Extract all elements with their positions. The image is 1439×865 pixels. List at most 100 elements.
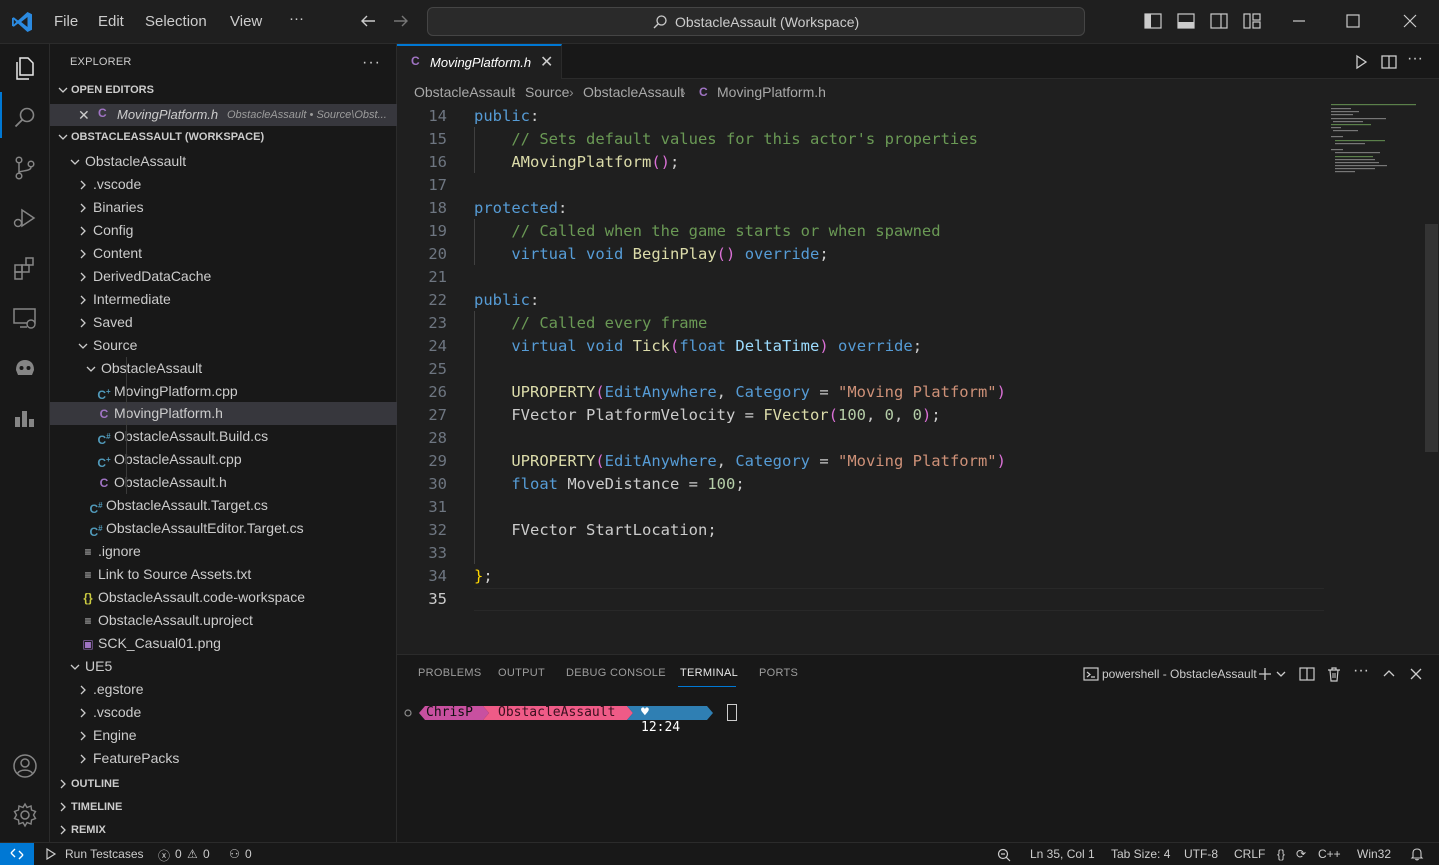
tree-item[interactable]: Intermediate <box>50 288 397 311</box>
remote-indicator[interactable] <box>0 843 34 865</box>
maximize-panel-icon[interactable] <box>1380 665 1398 683</box>
error-count[interactable]: 0 <box>175 847 182 861</box>
open-editor-item[interactable]: ✕ C MovingPlatform.h ObstacleAssault • S… <box>50 104 397 126</box>
tree-item[interactable]: C# ObstacleAssaultEditor.Target.cs <box>50 517 397 540</box>
arrow-right-icon[interactable] <box>390 10 412 32</box>
outline-header[interactable]: OUTLINE <box>50 773 397 795</box>
tree-item[interactable]: C MovingPlatform.h <box>50 402 397 426</box>
tree-item[interactable]: ≡ Link to Source Assets.txt <box>50 563 397 586</box>
tab-moving-platform-h[interactable]: C MovingPlatform.h ✕ <box>397 44 562 79</box>
notifications-bell-icon[interactable] <box>1410 847 1424 861</box>
settings-gear-icon[interactable] <box>11 801 39 829</box>
explorer-more-icon[interactable]: ··· <box>362 54 382 71</box>
tree-item[interactable]: ≡ .ignore <box>50 540 397 563</box>
trash-icon[interactable] <box>1325 665 1343 683</box>
code-editor[interactable]: 14 public: 15 // Sets default values for … <box>397 104 1439 654</box>
toggle-panel-icon[interactable] <box>1176 11 1196 31</box>
menu-selection[interactable]: Selection <box>145 13 207 30</box>
tree-item[interactable]: C ObstacleAssault.h <box>50 471 397 494</box>
tree-item[interactable]: C# ObstacleAssault.Build.cs <box>50 425 397 448</box>
tree-item[interactable]: ≡ ObstacleAssault.uproject <box>50 609 397 632</box>
close-tab-icon[interactable]: ✕ <box>540 52 553 72</box>
toggle-primary-sidebar-icon[interactable] <box>1143 11 1163 31</box>
tab-output[interactable]: OUTPUT <box>498 667 545 679</box>
minimize-icon[interactable] <box>1288 10 1310 32</box>
command-center-label: ObstacleAssault (Workspace) <box>675 14 860 30</box>
run-debug-icon[interactable] <box>11 204 39 232</box>
zoom-icon[interactable] <box>996 847 1012 863</box>
tree-item[interactable]: UE5 <box>50 655 397 678</box>
line-ending[interactable]: CRLF <box>1234 847 1265 861</box>
tab-problems[interactable]: PROBLEMS <box>418 667 482 679</box>
encoding[interactable]: UTF-8 <box>1184 847 1218 861</box>
remote-explorer-icon[interactable] <box>11 304 39 332</box>
tree-item[interactable]: Saved <box>50 311 397 334</box>
breadcrumb-item-root[interactable]: ObstacleAssault <box>414 84 515 100</box>
menu-edit[interactable]: Edit <box>98 13 124 30</box>
tree-item[interactable]: ObstacleAssault <box>50 150 397 173</box>
maximize-icon[interactable] <box>1342 10 1364 32</box>
tree-item[interactable]: Engine <box>50 724 397 747</box>
explorer-files-icon[interactable] <box>11 54 39 82</box>
panel-more-icon[interactable]: ··· <box>1353 662 1369 680</box>
breadcrumb-item-source[interactable]: Source <box>525 84 569 100</box>
editor-more-icon[interactable]: ··· <box>1407 50 1423 68</box>
breadcrumb-item-file[interactable]: MovingPlatform.h <box>717 84 826 100</box>
tab-terminal[interactable]: TERMINAL <box>680 667 738 679</box>
menu-file[interactable]: File <box>54 13 78 30</box>
extensions-icon[interactable] <box>11 254 39 282</box>
ports-count[interactable]: 0 <box>245 847 252 861</box>
toggle-secondary-sidebar-icon[interactable] <box>1209 11 1229 31</box>
tree-item[interactable]: C# ObstacleAssault.Target.cs <box>50 494 397 517</box>
search-icon[interactable] <box>11 104 39 132</box>
new-terminal-plus-icon[interactable] <box>1256 665 1274 683</box>
warning-count[interactable]: 0 <box>203 847 210 861</box>
open-editors-header[interactable]: OPEN EDITORS <box>50 79 397 101</box>
split-editor-icon[interactable] <box>1380 53 1398 71</box>
split-terminal-icon[interactable] <box>1298 665 1316 683</box>
tree-item[interactable]: Content <box>50 242 397 265</box>
tree-item[interactable]: Config <box>50 219 397 242</box>
tree-item[interactable]: ObstacleAssault <box>50 357 397 380</box>
close-editor-icon[interactable]: ✕ <box>78 107 90 124</box>
source-control-icon[interactable] <box>11 154 39 182</box>
account-icon[interactable] <box>11 752 39 780</box>
close-icon[interactable] <box>1399 10 1421 32</box>
menu-view[interactable]: View <box>230 13 262 30</box>
timeline-header[interactable]: TIMELINE <box>50 796 397 818</box>
tree-item[interactable]: C+ ObstacleAssault.cpp <box>50 448 397 471</box>
tree-item[interactable]: Source <box>50 334 397 357</box>
breadcrumb-item-folder[interactable]: ObstacleAssault <box>583 84 684 100</box>
terminal-name[interactable]: powershell - ObstacleAssault <box>1102 667 1257 681</box>
tree-item[interactable]: DerivedDataCache <box>50 265 397 288</box>
tree-item[interactable]: .egstore <box>50 678 397 701</box>
run-file-icon[interactable] <box>1352 53 1370 71</box>
cursor-position[interactable]: Ln 35, Col 1 <box>1030 847 1095 861</box>
command-center-search[interactable]: ObstacleAssault (Workspace) <box>427 7 1085 36</box>
language-mode[interactable]: C++ <box>1318 847 1341 861</box>
chevron-down-icon[interactable] <box>1275 665 1287 683</box>
tree-item[interactable]: C+ MovingPlatform.cpp <box>50 380 397 403</box>
close-panel-icon[interactable] <box>1407 665 1425 683</box>
customize-layout-icon[interactable] <box>1242 11 1262 31</box>
tab-size[interactable]: Tab Size: 4 <box>1111 847 1170 861</box>
platform[interactable]: Win32 <box>1357 847 1391 861</box>
tree-item[interactable]: FeaturePacks <box>50 747 397 770</box>
menu-more[interactable]: ··· <box>289 10 304 27</box>
minimap[interactable] <box>1329 104 1424 654</box>
analytics-chart-icon[interactable] <box>11 404 39 432</box>
remix-header[interactable]: REMIX <box>50 819 397 841</box>
tab-debug-console[interactable]: DEBUG CONSOLE <box>566 667 666 679</box>
workspace-header[interactable]: OBSTACLEASSAULT (WORKSPACE) <box>50 126 397 148</box>
tree-item[interactable]: .vscode <box>50 701 397 724</box>
run-testcases-button[interactable]: Run Testcases <box>65 847 144 861</box>
tree-item[interactable]: ▣ SCK_Casual01.png <box>50 632 397 655</box>
tree-item[interactable]: .vscode <box>50 173 397 196</box>
tab-ports[interactable]: PORTS <box>759 667 798 679</box>
copilot-icon[interactable] <box>11 354 39 382</box>
arrow-left-icon[interactable] <box>357 10 379 32</box>
editor-scrollbar[interactable] <box>1425 224 1438 452</box>
tree-item[interactable]: {} ObstacleAssault.code-workspace <box>50 586 397 609</box>
tree-item[interactable]: Binaries <box>50 196 397 219</box>
chevron-right-icon <box>80 226 86 236</box>
